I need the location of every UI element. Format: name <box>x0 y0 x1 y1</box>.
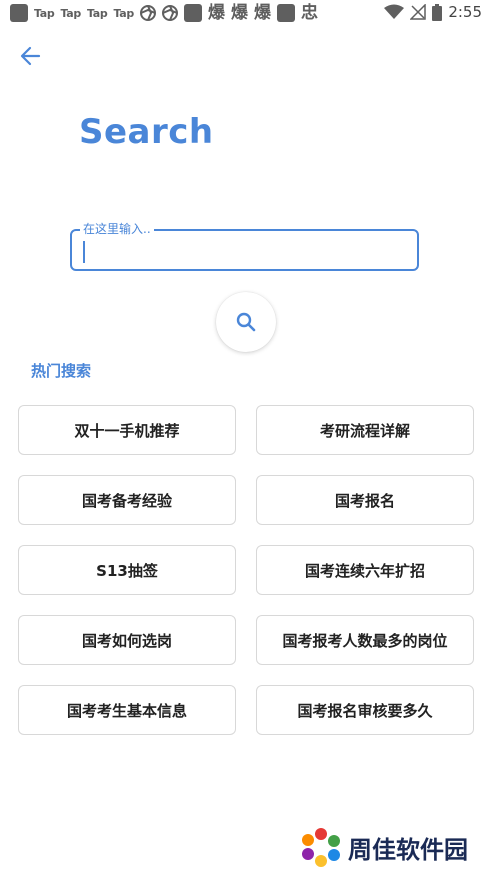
hot-search-chip[interactable]: 考研流程详解 <box>256 405 474 455</box>
app-notification-icon: 忠 <box>300 3 318 23</box>
page-title: Search <box>79 112 214 152</box>
hot-search-chip[interactable]: 双十一手机推荐 <box>18 405 236 455</box>
battery-icon <box>432 3 443 21</box>
taptap-notification-icon: Tap <box>34 6 55 20</box>
app-notification-icon <box>276 4 295 22</box>
arrow-left-icon <box>20 46 41 66</box>
search-button[interactable] <box>216 292 276 352</box>
hot-search-chip[interactable]: 国考如何选岗 <box>18 615 236 665</box>
app-notification-icon <box>183 4 202 22</box>
hot-search-chip[interactable]: 国考报名审核要多久 <box>256 685 474 735</box>
no-signal-icon <box>410 4 427 20</box>
search-icon <box>236 312 256 332</box>
app-notification-icon: 爆 <box>253 3 271 23</box>
watermark-text: 周佳软件园 <box>348 835 468 864</box>
system-icons: 2:55 <box>384 3 482 21</box>
hot-search-chip[interactable]: S13抽签 <box>18 545 236 595</box>
app-notification-icon: 爆 <box>207 3 225 23</box>
status-bar: Tap Tap Tap Tap 爆 爆 爆 忠 2:55 <box>0 0 492 28</box>
hot-search-chip[interactable]: 国考考生基本信息 <box>18 685 236 735</box>
hot-search-chip[interactable]: 国考报名 <box>256 475 474 525</box>
back-button[interactable] <box>17 42 45 70</box>
aperture-notification-icon <box>139 5 156 21</box>
watermark: 周佳软件园 <box>300 826 468 868</box>
app-notification-icon: 爆 <box>230 3 248 23</box>
search-field-label: 在这里输入.. <box>80 221 154 237</box>
taptap-notification-icon: Tap <box>113 6 134 20</box>
clock: 2:55 <box>448 3 482 21</box>
taptap-notification-icon: Tap <box>60 6 81 20</box>
aperture-notification-icon <box>161 5 178 21</box>
app-notification-icon <box>10 4 28 22</box>
notification-icons: Tap Tap Tap Tap 爆 爆 爆 忠 <box>10 4 318 22</box>
search-input[interactable] <box>82 239 402 263</box>
wifi-icon <box>384 4 405 19</box>
watermark-logo-icon <box>302 828 340 867</box>
hot-search-heading: 热门搜索 <box>31 362 92 380</box>
hot-search-chip[interactable]: 国考报考人数最多的岗位 <box>256 615 474 665</box>
hot-search-chip[interactable]: 国考备考经验 <box>18 475 236 525</box>
taptap-notification-icon: Tap <box>86 6 108 20</box>
search-field[interactable]: 在这里输入.. <box>70 221 419 271</box>
hot-search-chip[interactable]: 国考连续六年扩招 <box>256 545 474 595</box>
